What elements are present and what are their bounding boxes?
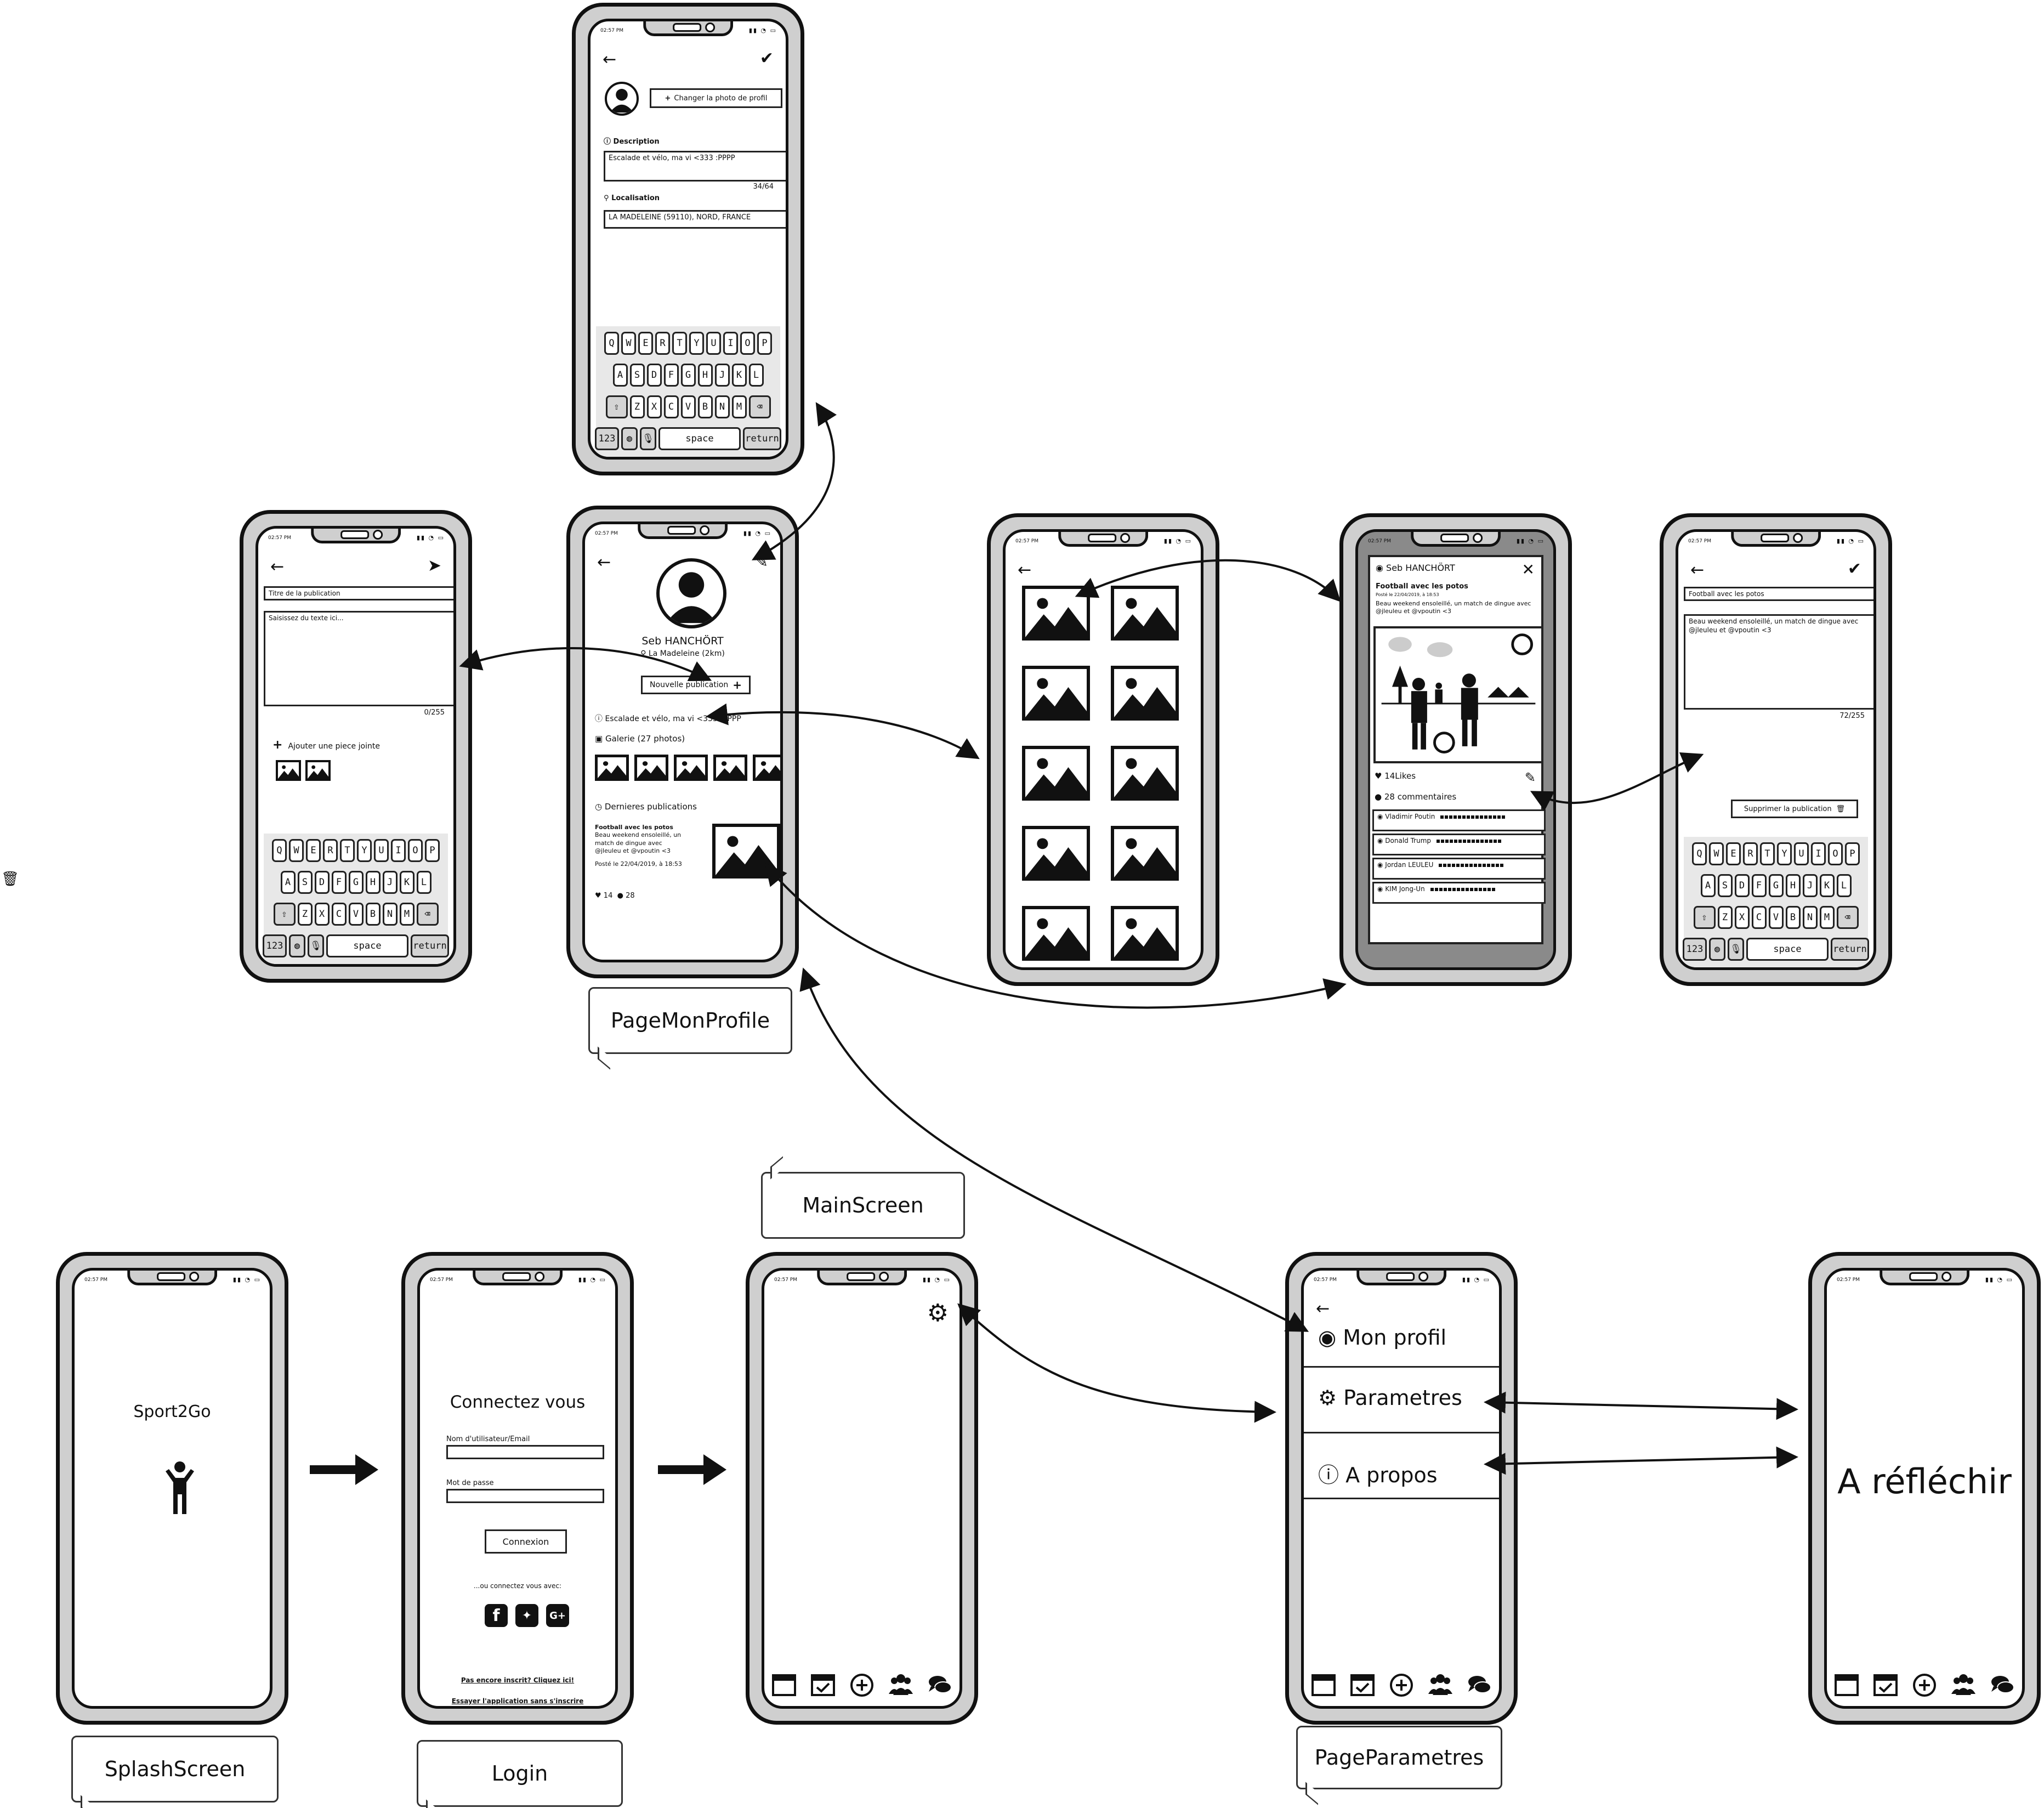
arrow-post-editpost [1530,752,1704,811]
arrow-splash-login [310,1454,378,1485]
arrow-profile-edit [751,402,837,560]
arrow-params-profile [799,967,1309,1332]
arrow-profile-newpost [459,647,712,682]
arrow-gallery-postdetail [1075,559,1341,602]
arrow-login-main [658,1454,726,1485]
arrow-post-image [764,863,1347,1009]
arrow-main-params [957,1303,1276,1423]
arrow-gallery [706,703,980,760]
arrow-about-todo [1484,1446,1798,1475]
arrow-settings-todo [1484,1391,1798,1420]
flow-arrows [310,402,1798,1485]
